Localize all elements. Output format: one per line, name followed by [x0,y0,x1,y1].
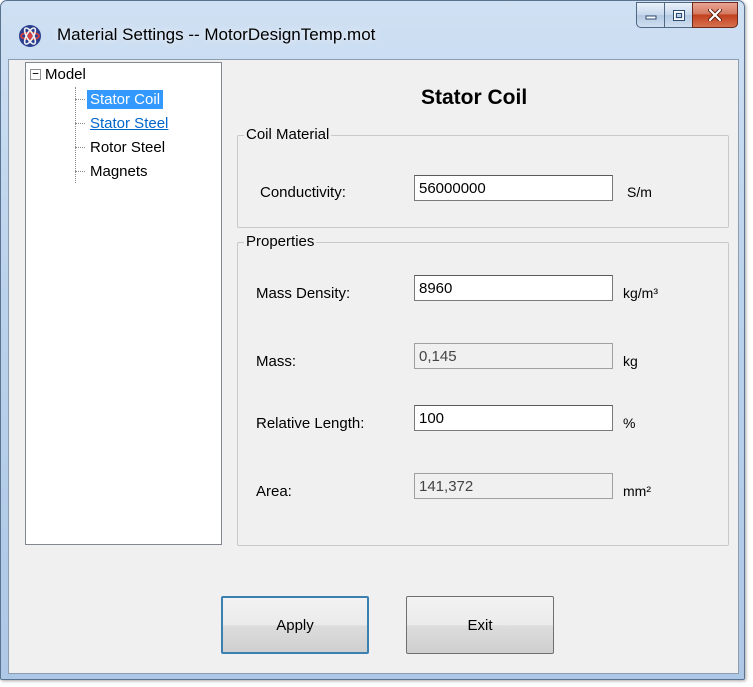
relative-length-unit: % [623,415,636,431]
tree-root-label: Model [45,66,86,83]
apply-button[interactable]: Apply [221,596,369,654]
maximize-icon [672,9,685,21]
collapse-icon[interactable]: − [30,68,41,80]
mass-density-unit: kg/m³ [623,285,658,301]
window-title: Material Settings -- MotorDesignTemp.mot [57,25,376,44]
area-unit: mm² [623,483,651,499]
minimize-icon [645,15,656,20]
page-title: Stator Coil [421,86,528,109]
material-tree[interactable]: − Model Stator Coil Stator Steel Rotor S… [25,62,222,545]
mass-density-input[interactable] [414,275,613,301]
title-bar[interactable]: Material Settings -- MotorDesignTemp.mot [1,1,744,59]
mass-density-label: Mass Density: [256,285,351,302]
tree-item-stator-steel[interactable]: Stator Steel [75,113,171,133]
properties-group-label: Properties [244,233,317,250]
close-icon [708,9,722,21]
area-label: Area: [256,483,292,500]
minimize-button[interactable] [636,2,664,28]
tree-item-magnets[interactable]: Magnets [75,161,151,181]
close-button[interactable] [692,2,738,28]
conductivity-unit: S/m [627,184,652,200]
mass-label: Mass: [256,353,297,370]
relative-length-input[interactable] [414,405,613,431]
mass-unit: kg [623,353,638,369]
tree-item-stator-coil[interactable]: Stator Coil [75,89,164,109]
area-field [414,473,613,499]
maximize-button[interactable] [664,2,692,28]
mass-field [414,343,613,369]
client-area: − Model Stator Coil Stator Steel Rotor S… [8,59,739,674]
exit-button[interactable]: Exit [406,596,554,654]
tree-item-label: Stator Coil [87,89,164,109]
conductivity-input[interactable] [414,175,613,201]
tree-item-rotor-steel[interactable]: Rotor Steel [75,137,168,157]
material-settings-window: Material Settings -- MotorDesignTemp.mot [0,0,745,680]
atom-icon [19,25,41,47]
tree-item-label: Rotor Steel [90,138,166,156]
coil-material-group-label: Coil Material [244,126,332,143]
relative-length-label: Relative Length: [256,415,365,432]
conductivity-label: Conductivity: [260,184,346,201]
tree-item-label: Stator Steel [90,114,169,132]
caption-buttons [636,2,738,28]
tree-item-label: Magnets [90,162,148,180]
tree-root-model[interactable]: − Model [30,66,86,83]
